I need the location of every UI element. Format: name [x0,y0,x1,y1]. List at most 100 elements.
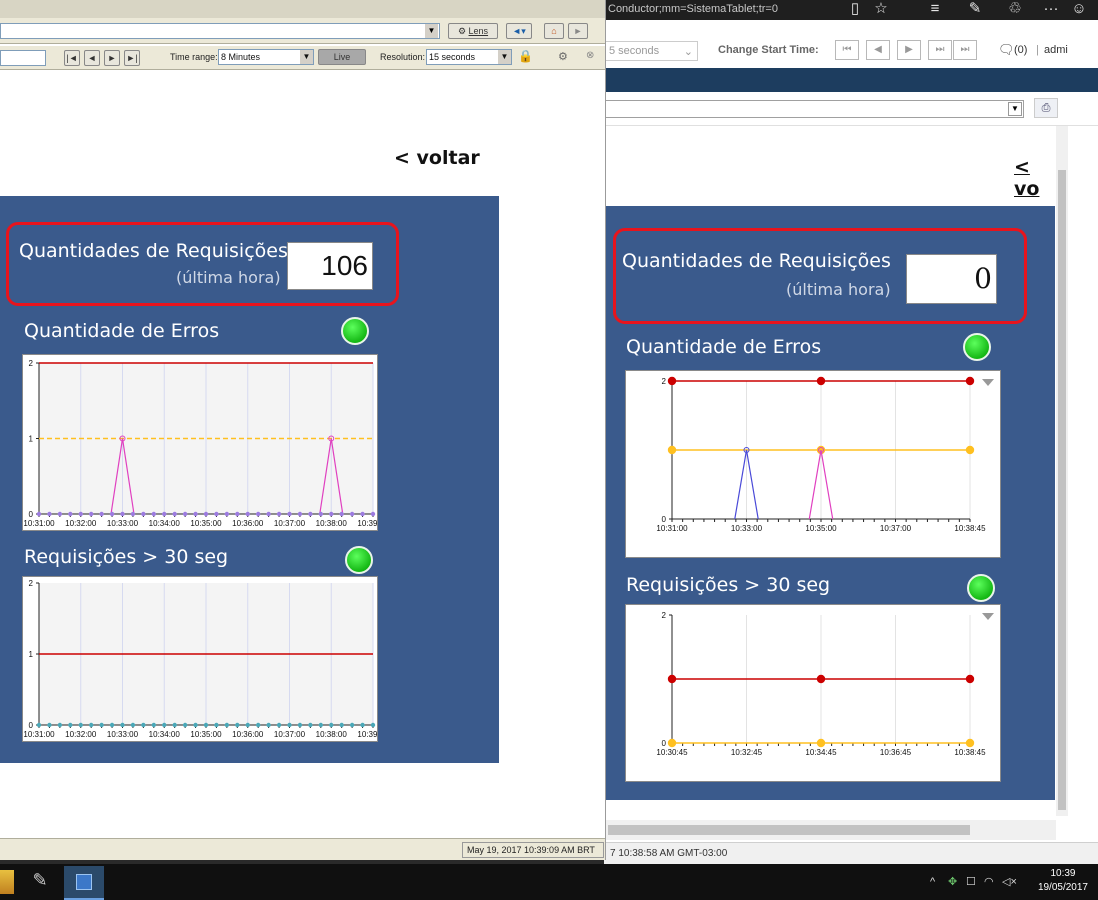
lock-icon[interactable]: 🔒 [518,49,533,63]
start-field[interactable] [0,50,46,66]
scroll-thumb[interactable] [1058,170,1066,810]
baseline-point [172,511,177,517]
voltar-link[interactable]: < voltar [394,147,480,169]
settings-icon[interactable]: ⚙ [558,50,568,63]
x-tick-label: 10:33:00 [731,524,763,533]
vertical-scrollbar[interactable] [1056,126,1068,816]
baseline-point [297,722,303,728]
dropbox-icon[interactable]: ✥ [948,875,957,888]
slow-requests-title: Requisições > 30 seg [24,546,229,568]
lens-top-bar: ▼ ⚙ Lens ◄▾ ⌂ ► [0,18,605,44]
lens-address-field[interactable]: ▼ [0,23,440,39]
edge-address-bar[interactable]: Conductor;mm=SistemaTablet;tr=0 ▯ ☆ ≡ ✎ … [604,0,1098,20]
next-button[interactable]: ► [104,50,120,66]
prev-button[interactable]: ◄ [84,50,100,66]
reading-view-icon[interactable]: ▯ [842,0,868,20]
hub-icon[interactable]: ≡ [922,0,948,20]
fast-forward-button[interactable]: ⏭ [928,40,952,60]
home-icon[interactable]: ⌂ [544,23,564,39]
last-page-button[interactable]: ⏭ [953,40,977,60]
notification-icon[interactable]: 🗨 [998,42,1015,58]
network-icon[interactable]: ☐ [966,875,976,888]
view-select[interactable]: ▼ [604,100,1024,118]
notification-count[interactable]: (0) [1014,44,1027,56]
y-tick-label: 2 [29,579,34,588]
requests-title: Quantidades de Requisições [19,240,288,262]
baseline-point [130,722,136,728]
taskbar: ✎ ^ ✥ ☐ ◠ ◁× 10:39 19/05/2017 [0,864,1098,900]
x-tick-label: 10:31:00 [656,524,688,533]
feedback-icon[interactable]: ☺ [1066,0,1092,20]
url-text: Conductor;mm=SistemaTablet;tr=0 [608,3,778,15]
close-icon[interactable]: ⊗ [586,50,594,61]
share-icon[interactable]: ♲ [1002,0,1028,20]
slow-chart-frame: 0 1 2 10:31:00 10:32:00 10:33:00 10:34:00 10:35… [22,576,389,742]
errors-title: Quantidade de Erros [24,320,220,342]
app-window-icon[interactable] [64,866,104,900]
baseline-point [349,511,355,517]
slow-chart: 0 1 2 10:31:00 10:32:00 10:33:00 10:34:00 10:35… [23,579,389,739]
x-tick-label: 10:37:00 [274,730,306,739]
x-tick-label: 10:34:45 [805,748,837,757]
voltar-link[interactable]: < vo [1014,156,1056,200]
folder-icon[interactable] [0,870,14,894]
baseline-point [193,722,198,728]
baseline-point [329,511,334,517]
baseline-point [360,722,365,728]
save-icon[interactable]: ⎙ [1034,98,1058,118]
resolution-select[interactable]: 15 seconds ▼ [426,49,512,65]
volume-icon[interactable]: ◁× [1002,875,1017,888]
resolution-value: 15 seconds [429,52,476,62]
baseline-point [182,722,188,728]
tool-icon[interactable]: ✎ [28,870,52,894]
x-tick-label: 10:37:00 [274,519,306,528]
status-time: 7 10:38:58 AM GMT-03:00 [610,848,728,859]
status-bar: May 19, 2017 10:39:09 AM BRT [0,838,605,860]
horizontal-scrollbar[interactable] [604,820,1056,840]
y-tick-label: 0 [662,739,667,748]
baseline-point [235,511,240,517]
wifi-icon[interactable]: ◠ [984,875,994,888]
errors-chart-frame: 0 1 2 10:31:00 10:32:00 10:33:00 10:34:00 10:35… [22,354,389,531]
x-tick-label: 10:31:00 [23,730,55,739]
more-icon[interactable]: ··· [1038,0,1064,20]
x-tick-label: 10:38:45 [954,524,986,533]
lens-button[interactable]: ⚙ Lens [448,23,498,39]
time-range-select[interactable]: 8 Minutes ▼ [218,49,314,65]
left-content: < voltar Quantidades de Requisições (últ… [0,71,605,839]
baseline-point [162,511,167,517]
interval-select[interactable]: 5 seconds ⌄ [604,41,698,61]
baseline-point [224,511,230,517]
x-tick-label: 10:32:45 [731,748,763,757]
chevron-down-icon: ⌄ [683,46,693,58]
errors-title: Quantidade de Erros [626,336,822,358]
live-button[interactable]: Live [318,49,366,65]
data-point [816,674,826,684]
baseline-point [141,722,146,728]
x-tick-label: 10:36:00 [232,519,264,528]
next-page-button[interactable]: ▶ [897,40,921,60]
select-row: ▼ ⎙ [604,92,1098,126]
interval-value: 5 seconds [609,45,660,57]
admin-link[interactable]: admi [1044,44,1068,56]
chevron-up-icon[interactable]: ^ [930,876,935,888]
clock[interactable]: 10:39 19/05/2017 [1038,867,1088,895]
favorite-star-icon[interactable]: ☆ [868,0,894,20]
first-button[interactable]: |◄ [64,50,80,66]
forward-button[interactable]: ► [568,23,588,39]
web-note-icon[interactable]: ✎ [962,0,988,20]
chevron-down-icon: ▼ [1008,102,1022,116]
chevron-down-icon: ▼ [498,50,511,64]
clock-date: 19/05/2017 [1037,882,1088,893]
slow-status-icon [967,574,995,602]
x-tick-label: 10:36:45 [880,748,912,757]
baseline-point [370,511,376,517]
baseline-point [318,511,324,517]
prev-page-button[interactable]: ◀ [866,40,890,60]
baseline-point [308,511,313,517]
first-page-button[interactable]: ⏮ [835,40,859,60]
last-button[interactable]: ►| [124,50,140,66]
back-button[interactable]: ◄▾ [506,23,532,39]
scroll-thumb[interactable] [608,825,970,835]
y-tick-label: 2 [662,611,667,620]
